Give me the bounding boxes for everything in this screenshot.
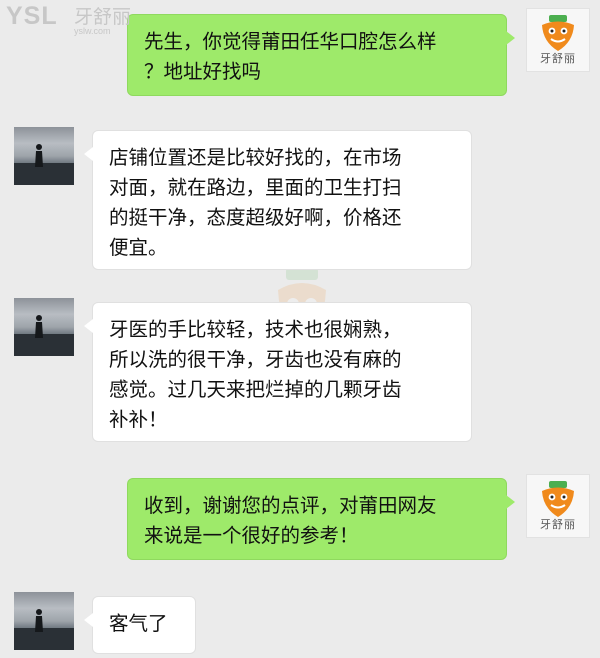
watermark-brand-text: 牙舒丽 [74, 6, 132, 28]
message-text-line: ？地址好找吗 [144, 60, 262, 83]
message-text-line: 补补！ [109, 408, 168, 431]
message-text-line: 来说是一个很好的参考！ [144, 524, 359, 547]
message-text-line: 客气了 [109, 612, 168, 635]
brand-avatar-label: 牙舒丽 [540, 518, 576, 531]
chat-bubble-received[interactable]: 客气了 [84, 596, 196, 654]
user-avatar[interactable] [14, 298, 74, 356]
message-text-line: 先生，你觉得莆田任华口腔怎么样 [144, 30, 437, 53]
chat-bubble-received[interactable]: 牙医的手比较轻，技术也很娴熟， 所以洗的很干净，牙齿也没有麻的 感觉。过几天来把… [84, 302, 472, 442]
brand-avatar[interactable]: 牙舒丽 [526, 8, 590, 72]
user-avatar[interactable] [14, 592, 74, 650]
message-text-line: 牙医的手比较轻，技术也很娴熟， [109, 318, 402, 341]
message-text-line: 的挺干净，态度超级好啊，价格还 [109, 206, 402, 229]
chat-bubble-sent[interactable]: 先生，你觉得莆田任华口腔怎么样 ？地址好找吗 [127, 14, 515, 96]
person-silhouette-icon [14, 144, 74, 185]
person-silhouette-icon [14, 609, 74, 650]
chat-bubble-sent[interactable]: 收到，谢谢您的点评，对莆田网友 来说是一个很好的参考！ [127, 478, 515, 560]
message-text-line: 感觉。过几天来把烂掉的几颗牙齿 [109, 378, 402, 401]
message-text-line: 对面，就在路边，里面的卫生打扫 [109, 176, 402, 199]
watermark-logo: YSL 牙舒丽 yslw.com [6, 2, 136, 42]
person-silhouette-icon [14, 315, 74, 356]
watermark-url-text: yslw.com [74, 26, 111, 36]
brand-avatar-label: 牙舒丽 [540, 52, 576, 65]
watermark-ysl-text: YSL [6, 2, 58, 30]
carrot-mascot-icon [542, 481, 574, 517]
message-text-line: 便宜。 [109, 236, 168, 259]
message-text-line: 所以洗的很干净，牙齿也没有麻的 [109, 348, 402, 371]
brand-avatar[interactable]: 牙舒丽 [526, 474, 590, 538]
message-text-line: 收到，谢谢您的点评，对莆田网友 [144, 494, 437, 517]
user-avatar[interactable] [14, 127, 74, 185]
chat-bubble-received[interactable]: 店铺位置还是比较好找的，在市场 对面，就在路边，里面的卫生打扫 的挺干净，态度超… [84, 130, 472, 270]
message-text-line: 店铺位置还是比较好找的，在市场 [109, 146, 402, 169]
carrot-mascot-icon [542, 15, 574, 51]
